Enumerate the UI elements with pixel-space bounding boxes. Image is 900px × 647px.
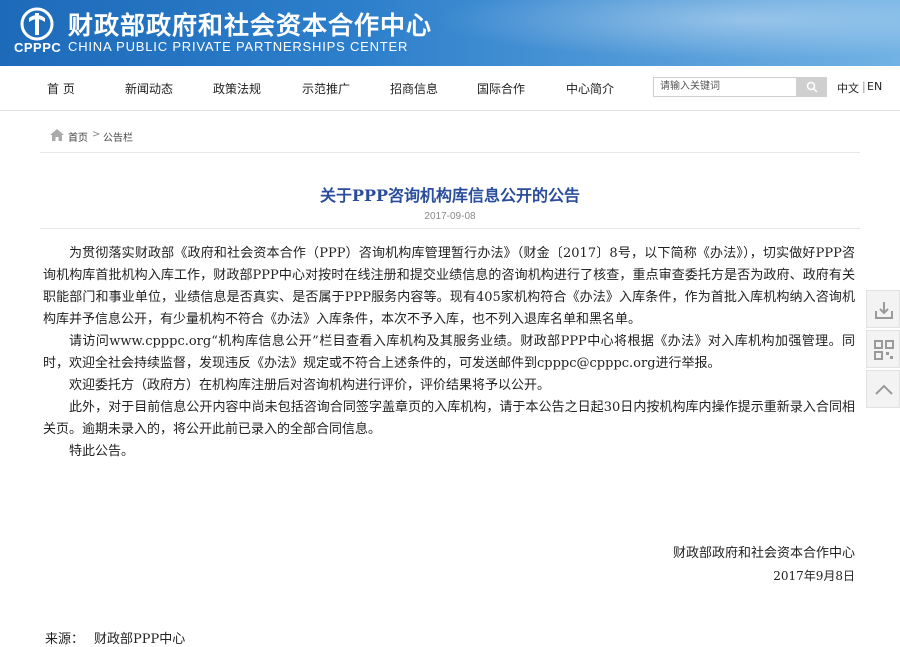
breadcrumb-divider bbox=[40, 152, 860, 153]
nav-item-home[interactable]: 首 页 bbox=[47, 80, 75, 97]
site-title-cn[interactable]: 财政部政府和社会资本合作中心 bbox=[68, 6, 432, 42]
article-paragraph: 欢迎委托方（政府方）在机构库注册后对咨询机构进行评价，评价结果将予以公开。 bbox=[69, 378, 551, 393]
nav-item-policy[interactable]: 政策法规 bbox=[213, 80, 261, 97]
source-label: 来源： bbox=[45, 632, 85, 647]
download-button[interactable] bbox=[866, 290, 900, 328]
download-icon bbox=[875, 302, 893, 319]
article-date: 2017-09-08 bbox=[424, 211, 476, 222]
signature-organization: 财政部政府和社会资本合作中心 bbox=[672, 546, 855, 561]
title-divider bbox=[40, 228, 860, 229]
nav-item-international[interactable]: 国际合作 bbox=[477, 80, 525, 97]
lang-en-link[interactable]: EN bbox=[867, 80, 882, 93]
nav-item-demo[interactable]: 示范推广 bbox=[302, 80, 350, 97]
back-to-top-button[interactable] bbox=[866, 370, 900, 408]
site-header: CPPPC 财政部政府和社会资本合作中心 CHINA PUBLIC PRIVAT… bbox=[0, 0, 900, 66]
header-decoration bbox=[380, 0, 900, 66]
site-title-en: CHINA PUBLIC PRIVATE PARTNERSHIPS CENTER bbox=[68, 39, 409, 54]
article-paragraph: 为贯彻落实财政部《政府和社会资本合作（PPP）咨询机构库管理暂行办法》（财金〔2… bbox=[43, 246, 855, 327]
breadcrumb-current[interactable]: 公告栏 bbox=[103, 129, 133, 144]
nav-item-investment[interactable]: 招商信息 bbox=[390, 80, 438, 97]
article-paragraph: 此外，对于目前信息公开内容中尚未包括咨询合同签字盖章页的入库机构，请于本公告之日… bbox=[43, 400, 855, 437]
nav-item-news[interactable]: 新闻动态 bbox=[125, 80, 173, 97]
logo-abbreviation: CPPPC bbox=[14, 40, 62, 55]
article-title: 关于PPP咨询机构库信息公开的公告 bbox=[319, 186, 581, 205]
search-input[interactable]: 请输入关键词 bbox=[653, 77, 797, 97]
nav-item-about[interactable]: 中心简介 bbox=[566, 80, 614, 97]
breadcrumb-home[interactable]: 首页 bbox=[68, 129, 88, 144]
cpppc-logo-icon[interactable] bbox=[20, 7, 54, 41]
back-to-top-icon bbox=[875, 384, 893, 395]
article-paragraph: 特此公告。 bbox=[69, 444, 135, 459]
home-icon bbox=[50, 129, 64, 141]
article-source: 来源： 财政部PPP中心 bbox=[45, 628, 195, 647]
search-icon bbox=[806, 81, 818, 93]
qrcode-icon bbox=[874, 340, 894, 360]
lang-cn-link[interactable]: 中文 bbox=[837, 80, 859, 96]
signature-date: 2017年9月8日 bbox=[773, 569, 855, 583]
article-body: 为贯彻落实财政部《政府和社会资本合作（PPP）咨询机构库管理暂行办法》（财金〔2… bbox=[43, 243, 855, 463]
source-value: 财政部PPP中心 bbox=[94, 632, 186, 647]
breadcrumb-separator: > bbox=[92, 129, 101, 140]
article-paragraph: 请访问www.cpppc.org“机构库信息公开”栏目查看入库机构及其服务业绩。… bbox=[43, 334, 855, 371]
qrcode-button[interactable] bbox=[866, 330, 900, 368]
search-button[interactable] bbox=[797, 77, 827, 97]
lang-divider: | bbox=[862, 80, 866, 93]
